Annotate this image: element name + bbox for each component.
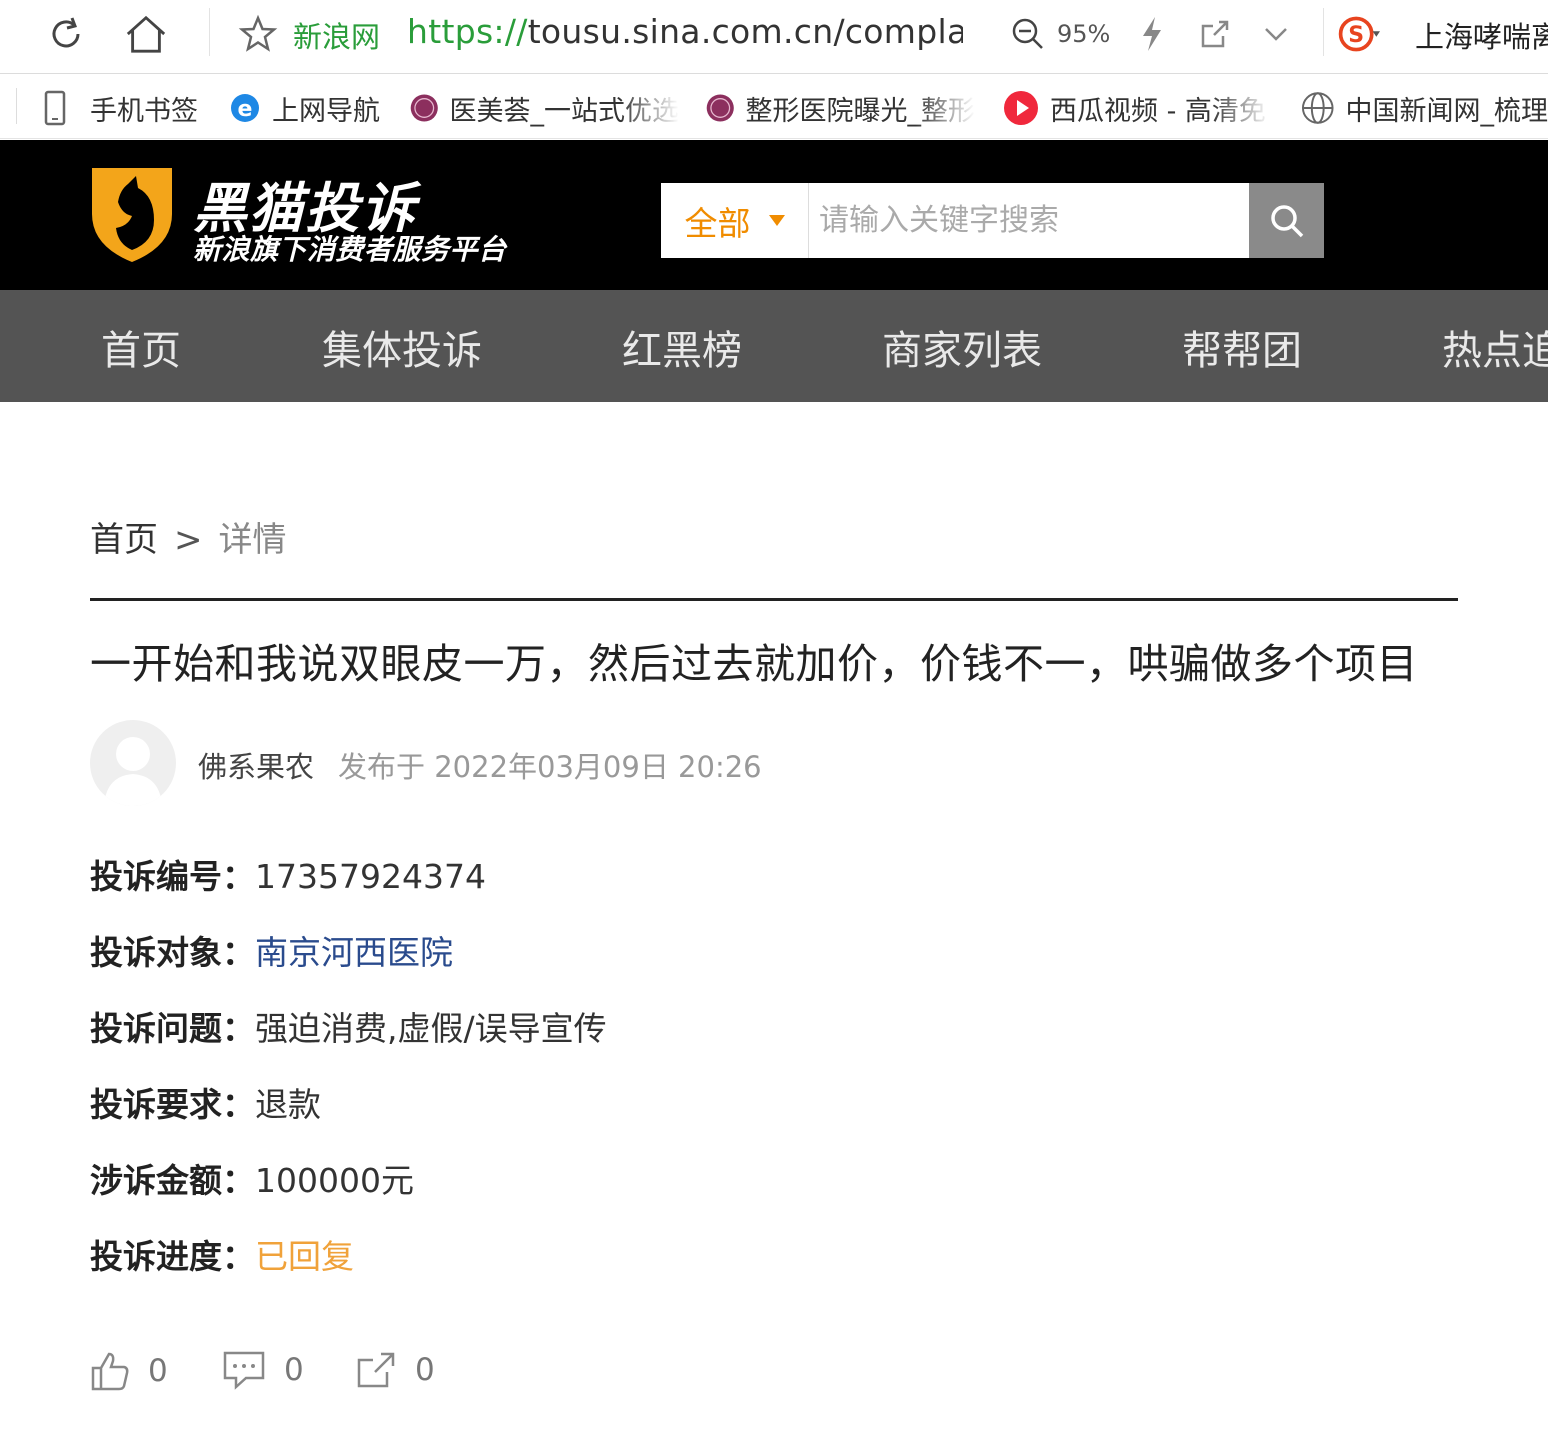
bookmark-label: 整形医院曝光_整形 (745, 95, 976, 127)
search-button[interactable] (1249, 183, 1324, 258)
field-complaint-progress: 投诉进度：已回复 (90, 1230, 354, 1278)
phone-icon (44, 90, 66, 126)
logo-subtitle: 新浪旗下消费者服务平台 (193, 233, 507, 266)
complaint-title: 一开始和我说双眼皮一万，然后过去就加价，价钱不一，哄骗做多个项目 (90, 640, 1418, 688)
svg-text:S: S (1348, 23, 1364, 48)
nav-item-help-group[interactable]: 帮帮团 (1182, 318, 1302, 376)
home-icon[interactable] (124, 10, 168, 58)
field-complaint-id: 投诉编号：17357924374 (90, 850, 486, 898)
default-user-icon (104, 737, 162, 806)
bookmark-label: 医美荟_一站式优选 (449, 95, 680, 127)
share-count: 0 (415, 1352, 435, 1388)
ie-icon: e (231, 94, 259, 122)
sogou-search-icon[interactable]: S (1336, 10, 1380, 58)
comment-button[interactable]: 0 (222, 1350, 304, 1390)
title-divider (90, 598, 1458, 601)
thumbs-up-icon (91, 1352, 129, 1391)
site-header: 黑猫投诉 新浪旗下消费者服务平台 全部 (0, 140, 1548, 290)
bookmark-hospital[interactable]: 整形医院曝光_整形 (705, 89, 975, 127)
bookmarks-bar: 手机书签 e 上网导航 医美荟_一站式优选 整形医院曝光_整形 西瓜视频 - 高… (0, 75, 1548, 139)
bookmark-label: 上网导航 (272, 95, 380, 127)
lightning-icon[interactable] (1130, 10, 1174, 58)
field-label: 投诉编号： (90, 857, 255, 896)
zoom-level[interactable]: 95% (1057, 20, 1110, 48)
field-value: 强迫消费,虚假/误导宣传 (255, 1009, 607, 1048)
field-value: 退款 (255, 1085, 321, 1124)
field-label: 投诉对象： (90, 933, 255, 972)
breadcrumb-current: 详情 (218, 520, 287, 560)
search-engine-hint[interactable]: 上海哮喘离 (1415, 14, 1548, 56)
bookmark-chinanews[interactable]: 中国新闻网_梳理 (1300, 89, 1548, 127)
field-complaint-target: 投诉对象：南京河西医院 (90, 926, 453, 974)
svg-text:e: e (238, 97, 253, 122)
like-button[interactable]: 0 (90, 1350, 168, 1392)
chevron-down-icon[interactable] (1254, 10, 1298, 58)
share-icon[interactable] (1193, 10, 1237, 58)
status-badge: 已回复 (255, 1237, 354, 1276)
url-protocol: https:// (407, 12, 528, 51)
field-label: 投诉要求： (90, 1085, 255, 1124)
browser-address-bar: 新浪网 https://tousu.sina.com.cn/complaint/… (0, 0, 1548, 74)
share-icon (357, 1352, 395, 1388)
nav-item-red-black-list[interactable]: 红黑榜 (622, 318, 742, 376)
search-category-label: 全部 (684, 203, 751, 243)
search-input[interactable] (819, 183, 1249, 258)
search-category-dropdown[interactable]: 全部 (661, 183, 809, 258)
bookmark-label: 手机书签 (90, 95, 198, 127)
toolbar-divider (209, 8, 210, 56)
nav-item-hot-topics[interactable]: 热点追 (1442, 318, 1548, 376)
nav-item-home[interactable]: 首页 (101, 318, 181, 376)
field-label: 投诉进度： (90, 1237, 255, 1276)
xigua-icon (1004, 91, 1038, 125)
yimeihui-icon (706, 94, 734, 122)
star-bookmark-icon[interactable] (236, 10, 280, 58)
field-value: 17357924374 (255, 857, 486, 896)
url-path: tousu.sina.com.cn/complaint/ (527, 12, 963, 51)
site-name-label: 新浪网 (293, 20, 381, 54)
black-cat-logo-icon[interactable] (88, 162, 176, 264)
field-complaint-amount: 涉诉金额：100000元 (90, 1154, 414, 1202)
globe-icon (1301, 92, 1334, 124)
bookmark-label: 中国新闻网_梳理 (1345, 95, 1548, 127)
bookmark-label: 西瓜视频 - 高清免 (1050, 95, 1266, 127)
search-box: 全部 (661, 183, 1324, 258)
share-button[interactable]: 0 (355, 1350, 435, 1390)
bookmark-divider (16, 88, 17, 124)
url-field[interactable]: https://tousu.sina.com.cn/complaint/ (407, 12, 963, 51)
avatar[interactable] (90, 720, 176, 806)
field-value: 100000元 (255, 1161, 414, 1200)
toolbar-divider (1323, 8, 1324, 56)
publish-time: 发布于 2022年03月09日 20:26 (338, 750, 762, 784)
comment-icon (223, 1351, 265, 1390)
zoom-out-icon[interactable] (1006, 10, 1050, 58)
bookmark-mobile[interactable]: 手机书签 (40, 89, 198, 127)
field-complaint-demand: 投诉要求：退款 (90, 1078, 321, 1126)
like-count: 0 (148, 1353, 168, 1389)
merchant-link[interactable]: 南京河西医院 (255, 933, 453, 972)
nav-item-group-complaints[interactable]: 集体投诉 (322, 318, 482, 376)
bookmark-xigua[interactable]: 西瓜视频 - 高清免 (1002, 89, 1270, 127)
yimeihui-icon (410, 94, 438, 122)
bookmark-nav[interactable]: e 上网导航 (228, 89, 380, 127)
breadcrumb: 首页 > 详情 (90, 512, 287, 561)
field-label: 涉诉金额： (90, 1161, 255, 1200)
main-nav: 首页 集体投诉 红黑榜 商家列表 帮帮团 热点追 (0, 290, 1548, 402)
author-name[interactable]: 佛系果农 (198, 744, 314, 786)
nav-item-merchants[interactable]: 商家列表 (882, 318, 1042, 376)
field-label: 投诉问题： (90, 1009, 255, 1048)
comment-count: 0 (284, 1352, 304, 1388)
field-complaint-issue: 投诉问题：强迫消费,虚假/误导宣传 (90, 1002, 607, 1050)
search-icon (1270, 204, 1303, 237)
breadcrumb-separator: > (174, 520, 203, 560)
refresh-icon[interactable] (44, 10, 88, 58)
bookmark-yimeihui[interactable]: 医美荟_一站式优选 (409, 89, 679, 127)
breadcrumb-home[interactable]: 首页 (90, 520, 158, 560)
caret-down-icon (768, 215, 785, 226)
